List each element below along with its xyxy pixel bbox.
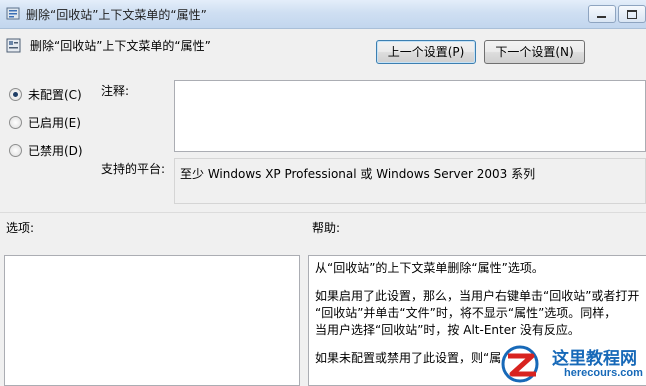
- watermark-domain: herecours.com: [564, 367, 643, 379]
- comment-textarea[interactable]: [174, 80, 646, 152]
- maximize-icon: [627, 10, 637, 19]
- help-label: 帮助:: [312, 221, 341, 235]
- radio-button-checked[interactable]: [9, 88, 22, 101]
- policy-title: 删除“回收站”上下文菜单的“属性”: [30, 39, 211, 53]
- radio-button[interactable]: [9, 116, 22, 129]
- radio-enabled[interactable]: 已启用(E): [9, 114, 81, 131]
- radio-button[interactable]: [9, 144, 22, 157]
- options-panel[interactable]: [4, 255, 300, 386]
- help-line: 当用户选择“回收站”时，按 Alt-Enter 没有反应。: [315, 323, 580, 337]
- minimize-icon: [597, 16, 606, 18]
- divider: [0, 212, 646, 213]
- radio-not-configured[interactable]: 未配置(C): [9, 86, 82, 103]
- watermark-text: 这里教程网: [552, 349, 637, 369]
- minimize-button[interactable]: [588, 5, 616, 23]
- comment-label: 注释:: [101, 84, 130, 98]
- maximize-button[interactable]: [618, 5, 646, 23]
- watermark-logo-icon: [501, 345, 539, 383]
- help-paragraph: 如果启用了此设置，那么，当用户右键单击“回收站”或者打开 “回收站”并单击“文件…: [315, 288, 640, 339]
- help-line: “回收站”并单击“文件”时，将不显示“属性”选项。同样，: [315, 306, 617, 320]
- policy-setting-icon: [6, 38, 21, 53]
- window-title: 删除“回收站”上下文菜单的“属性”: [26, 8, 207, 22]
- title-bar[interactable]: 删除“回收站”上下文菜单的“属性”: [0, 0, 646, 29]
- help-line: 如果启用了此设置，那么，当用户右键单击“回收站”或者打开: [315, 289, 640, 303]
- options-label: 选项:: [6, 221, 35, 235]
- radio-label: 已启用(E): [28, 116, 81, 130]
- platform-value: 至少 Windows XP Professional 或 Windows Ser…: [174, 158, 646, 204]
- previous-setting-button[interactable]: 上一个设置(P): [376, 40, 476, 64]
- radio-label: 已禁用(D): [28, 144, 83, 158]
- policy-editor-icon: [6, 7, 20, 20]
- radio-disabled[interactable]: 已禁用(D): [9, 142, 83, 159]
- radio-label: 未配置(C): [28, 88, 82, 102]
- next-setting-button[interactable]: 下一个设置(N): [484, 40, 585, 64]
- platform-label: 支持的平台:: [101, 162, 166, 176]
- help-paragraph: 从“回收站”的上下文菜单删除“属性”选项。: [315, 261, 544, 275]
